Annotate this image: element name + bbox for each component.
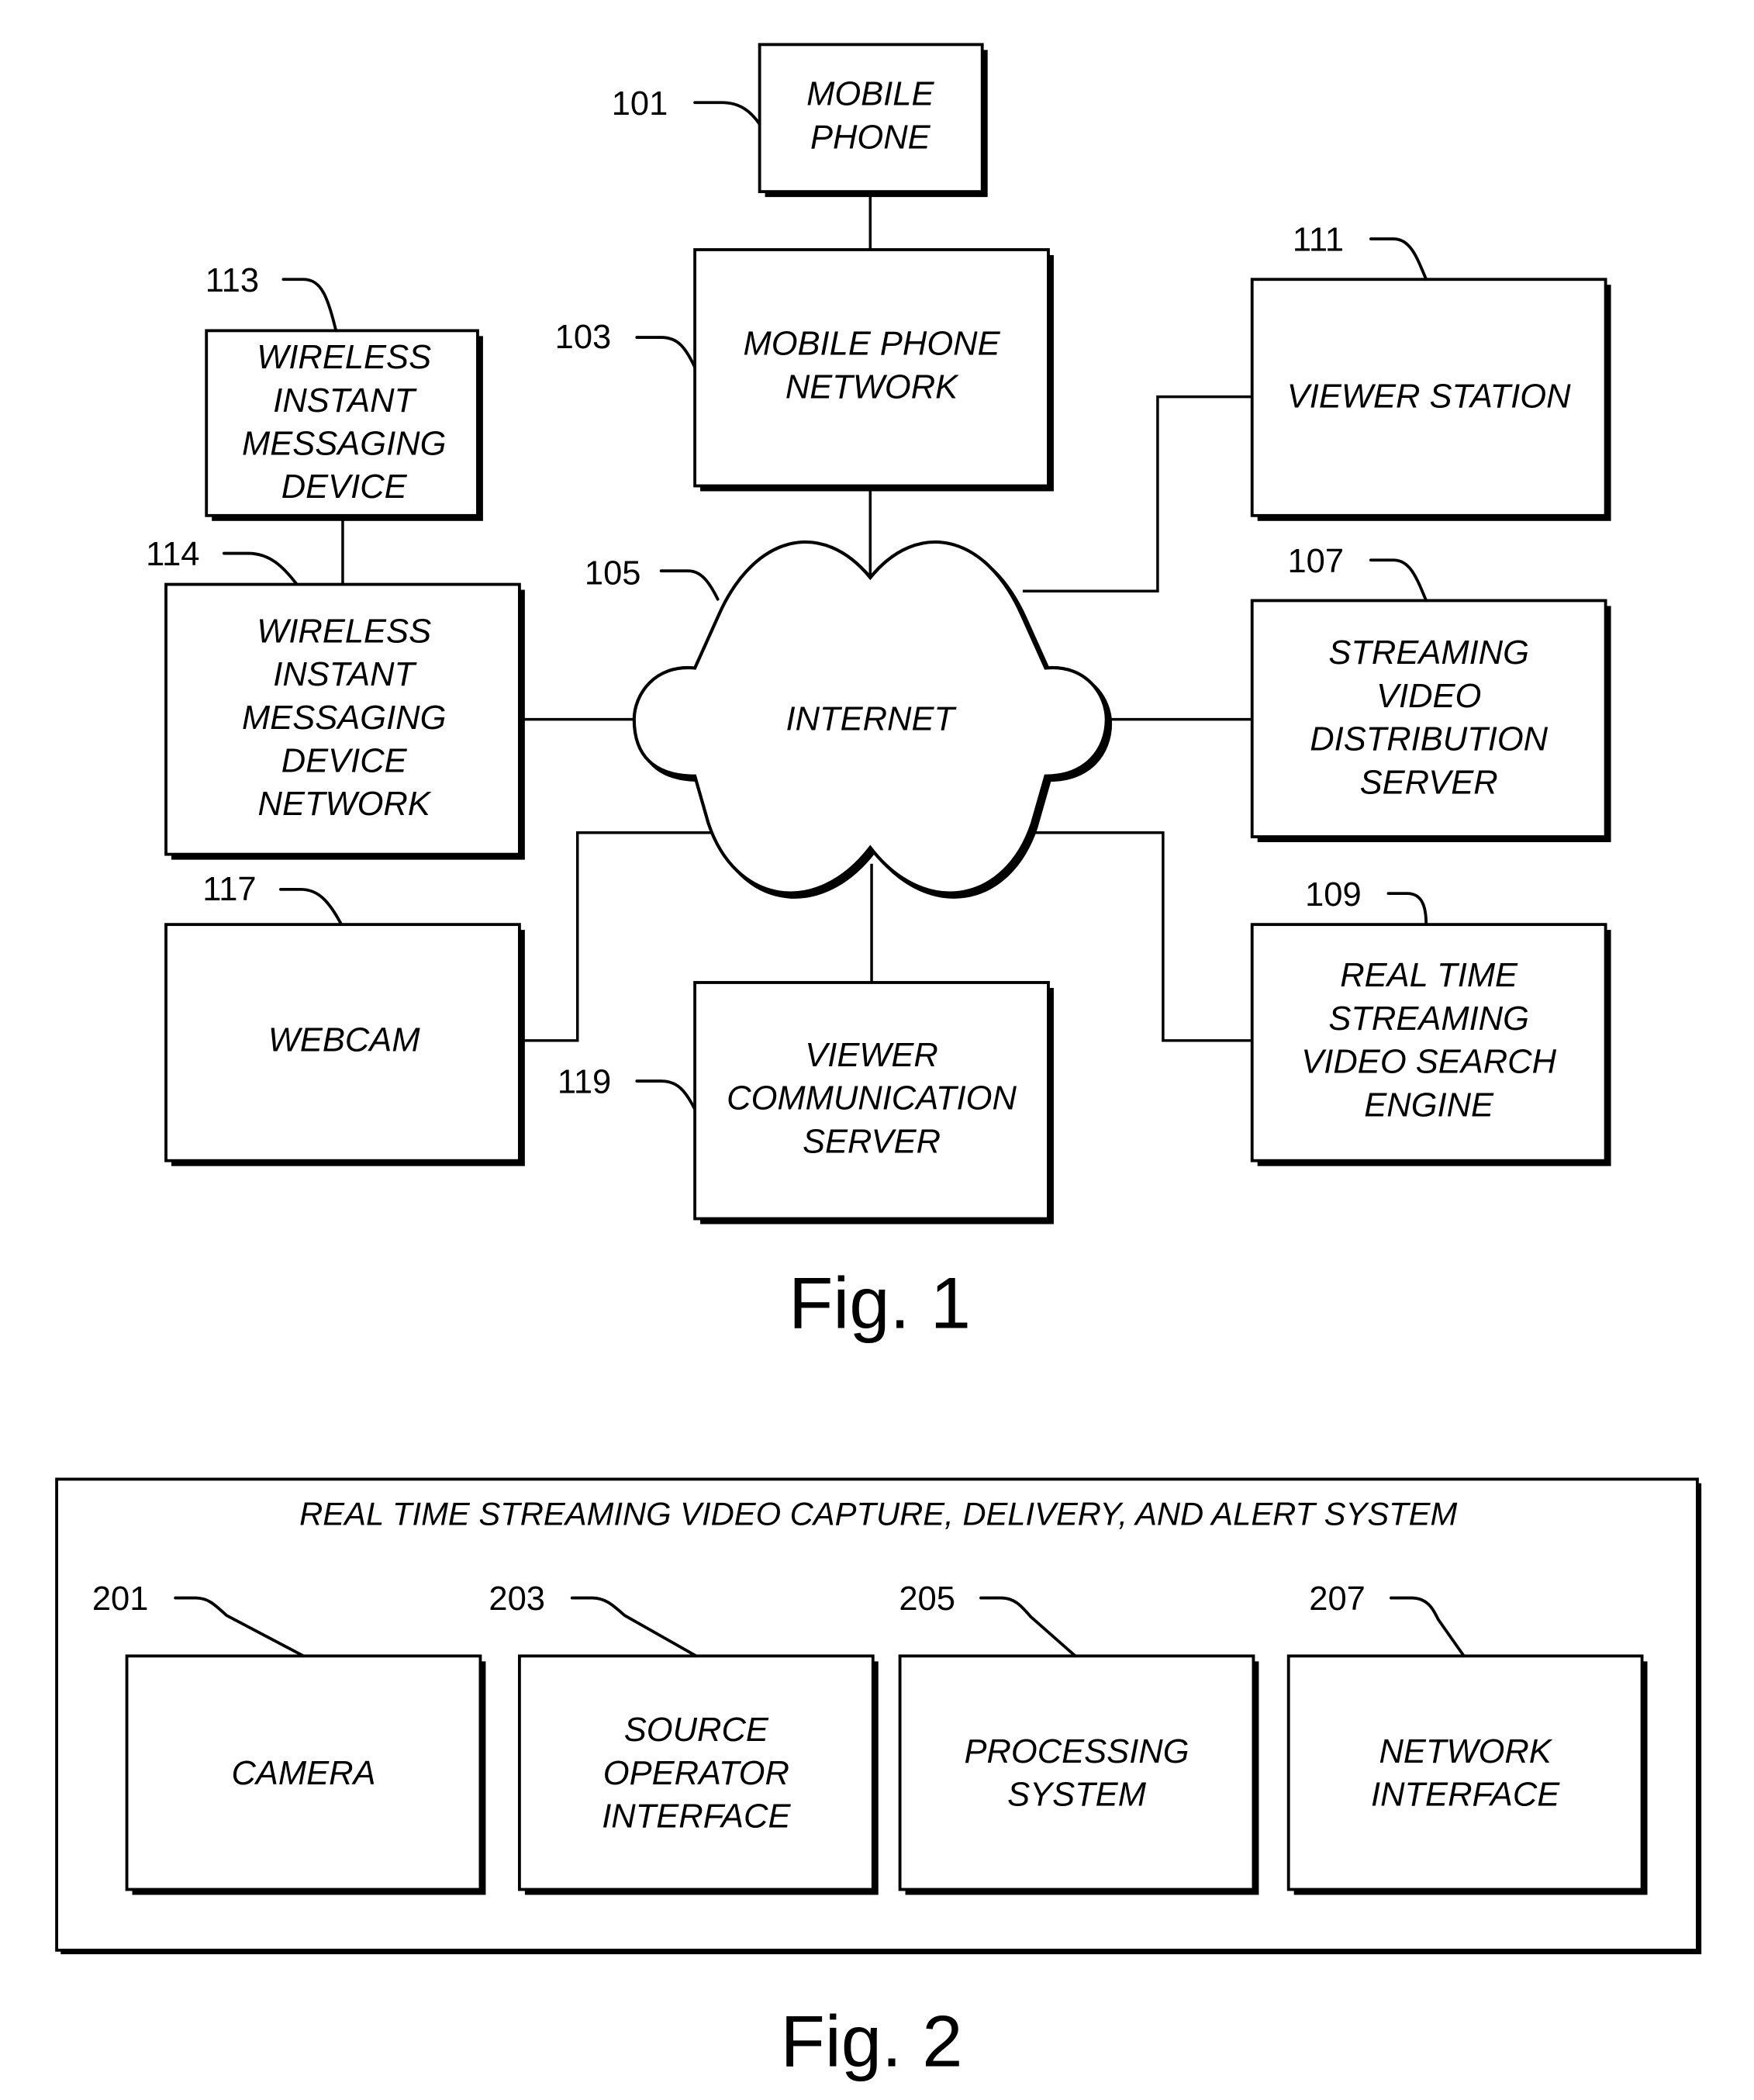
node-label-line: VIDEO SEARCH bbox=[1301, 1044, 1556, 1081]
ref-number-205: 205 bbox=[899, 1580, 955, 1618]
component-label-line: INTERFACE bbox=[602, 1798, 791, 1835]
leader-line-114 bbox=[222, 551, 299, 586]
node-label-line: ENGINE bbox=[1364, 1086, 1494, 1124]
node-label-line: WIRELESS bbox=[257, 613, 431, 650]
figure-1-caption: Fig. 1 bbox=[789, 1262, 971, 1344]
node-label-line: SERVER bbox=[1360, 764, 1498, 801]
ref-number-119: 119 bbox=[558, 1064, 611, 1101]
component-label-line: NETWORK bbox=[1379, 1733, 1552, 1770]
node-label-line: DEVICE bbox=[281, 742, 408, 779]
ref-number-201: 201 bbox=[92, 1580, 149, 1618]
component-camera[interactable]: CAMERA bbox=[125, 1654, 486, 1895]
ref-109: 109 bbox=[1305, 876, 1428, 927]
node-webcam[interactable]: WEBCAM bbox=[164, 923, 525, 1166]
node-label-line: MOBILE bbox=[806, 76, 934, 113]
node-label-line: VIDEO bbox=[1376, 678, 1481, 715]
node-label-line: VIEWER bbox=[805, 1037, 938, 1074]
node-viewer-communication-server[interactable]: VIEWER COMMUNICATION SERVER bbox=[693, 981, 1054, 1224]
ref-number-111: 111 bbox=[1293, 222, 1344, 259]
internet-cloud[interactable]: INTERNET bbox=[632, 541, 1113, 899]
node-label-line: REAL TIME bbox=[1340, 957, 1518, 994]
ref-107: 107 bbox=[1287, 543, 1428, 603]
node-mobile-phone-network[interactable]: MOBILE PHONE NETWORK bbox=[693, 248, 1054, 492]
node-label-line: DEVICE bbox=[281, 468, 408, 506]
ref-number-113: 113 bbox=[205, 262, 259, 299]
component-label-line: CAMERA bbox=[231, 1755, 375, 1792]
ref-111: 111 bbox=[1293, 222, 1428, 281]
ref-number-207: 207 bbox=[1309, 1580, 1366, 1618]
node-label-line: MESSAGING bbox=[242, 425, 446, 462]
node-label-line: WIRELESS bbox=[257, 339, 431, 376]
node-label-line: MESSAGING bbox=[242, 699, 446, 737]
leader-line-107 bbox=[1369, 558, 1428, 603]
node-label-line: COMMUNICATION bbox=[727, 1080, 1017, 1117]
link-webcam-to-internet bbox=[520, 831, 716, 1042]
node-label-line: WEBCAM bbox=[268, 1022, 420, 1059]
leader-line-113 bbox=[281, 278, 338, 333]
component-label-line: OPERATOR bbox=[603, 1755, 789, 1792]
ref-114: 114 bbox=[146, 536, 299, 586]
node-label-line: VIEWER STATION bbox=[1287, 378, 1571, 416]
node-real-time-streaming-video-search-engine[interactable]: REAL TIME STREAMING VIDEO SEARCH ENGINE bbox=[1250, 923, 1611, 1166]
ref-113: 113 bbox=[205, 262, 338, 333]
ref-number-103: 103 bbox=[555, 319, 612, 356]
component-processing-system[interactable]: PROCESSING SYSTEM bbox=[898, 1654, 1259, 1895]
node-label-line: PHONE bbox=[810, 119, 931, 156]
node-label-line: DISTRIBUTION bbox=[1310, 721, 1548, 758]
node-label-line: INSTANT bbox=[273, 382, 417, 420]
node-label-line: STREAMING bbox=[1328, 634, 1529, 672]
node-wireless-im-device[interactable]: WIRELESS INSTANT MESSAGING DEVICE bbox=[205, 329, 483, 521]
node-mobile-phone[interactable]: MOBILE PHONE bbox=[758, 43, 988, 198]
ref-number-203: 203 bbox=[489, 1580, 545, 1618]
ref-101: 101 bbox=[612, 85, 761, 126]
ref-number-101: 101 bbox=[612, 85, 668, 123]
ref-number-117: 117 bbox=[202, 871, 256, 908]
leader-line-103 bbox=[635, 336, 697, 369]
ref-number-107: 107 bbox=[1287, 543, 1344, 580]
component-label-line: INTERFACE bbox=[1371, 1777, 1560, 1814]
ref-number-109: 109 bbox=[1305, 876, 1362, 914]
component-source-operator-interface[interactable]: SOURCE OPERATOR INTERFACE bbox=[517, 1654, 879, 1895]
patent-figures: INTERNET 105 MOBILE PHONE 101 MOBILE PHO… bbox=[55, 43, 1702, 2081]
leader-line-117 bbox=[279, 887, 344, 927]
node-label-line: INSTANT bbox=[273, 656, 417, 693]
link-internet-to-viewer-station bbox=[1022, 395, 1252, 593]
component-label-line: SOURCE bbox=[624, 1711, 769, 1749]
node-label-line: MOBILE PHONE bbox=[743, 326, 1000, 363]
ref-number-105: 105 bbox=[585, 555, 641, 592]
component-network-interface[interactable]: NETWORK INTERFACE bbox=[1286, 1654, 1648, 1895]
link-internet-to-search-engine bbox=[1027, 831, 1252, 1042]
figure-2-caption: Fig. 2 bbox=[781, 2000, 963, 2081]
node-label-line: NETWORK bbox=[786, 368, 959, 406]
leader-line-109 bbox=[1386, 892, 1428, 927]
leader-line-105 bbox=[659, 569, 720, 601]
node-streaming-video-distribution-server[interactable]: STREAMING VIDEO DISTRIBUTION SERVER bbox=[1250, 599, 1611, 842]
leader-line-119 bbox=[635, 1079, 697, 1111]
ref-117: 117 bbox=[202, 871, 344, 927]
leader-line-101 bbox=[693, 101, 761, 126]
component-label-line: PROCESSING bbox=[965, 1733, 1189, 1770]
node-wireless-im-device-network[interactable]: WIRELESS INSTANT MESSAGING DEVICE NETWOR… bbox=[164, 582, 525, 860]
system-title: REAL TIME STREAMING VIDEO CAPTURE, DELIV… bbox=[299, 1496, 1457, 1532]
node-label-line: SERVER bbox=[803, 1123, 941, 1160]
ref-103: 103 bbox=[555, 319, 697, 369]
leader-line-111 bbox=[1369, 237, 1428, 281]
ref-105: 105 bbox=[585, 555, 720, 601]
ref-119: 119 bbox=[558, 1064, 697, 1111]
component-label-line: SYSTEM bbox=[1007, 1777, 1147, 1814]
node-label-line: STREAMING bbox=[1328, 1000, 1529, 1038]
node-label-line: NETWORK bbox=[258, 786, 432, 823]
internet-label: INTERNET bbox=[786, 701, 958, 738]
ref-number-114: 114 bbox=[146, 536, 199, 573]
node-viewer-station[interactable]: VIEWER STATION bbox=[1250, 278, 1611, 521]
